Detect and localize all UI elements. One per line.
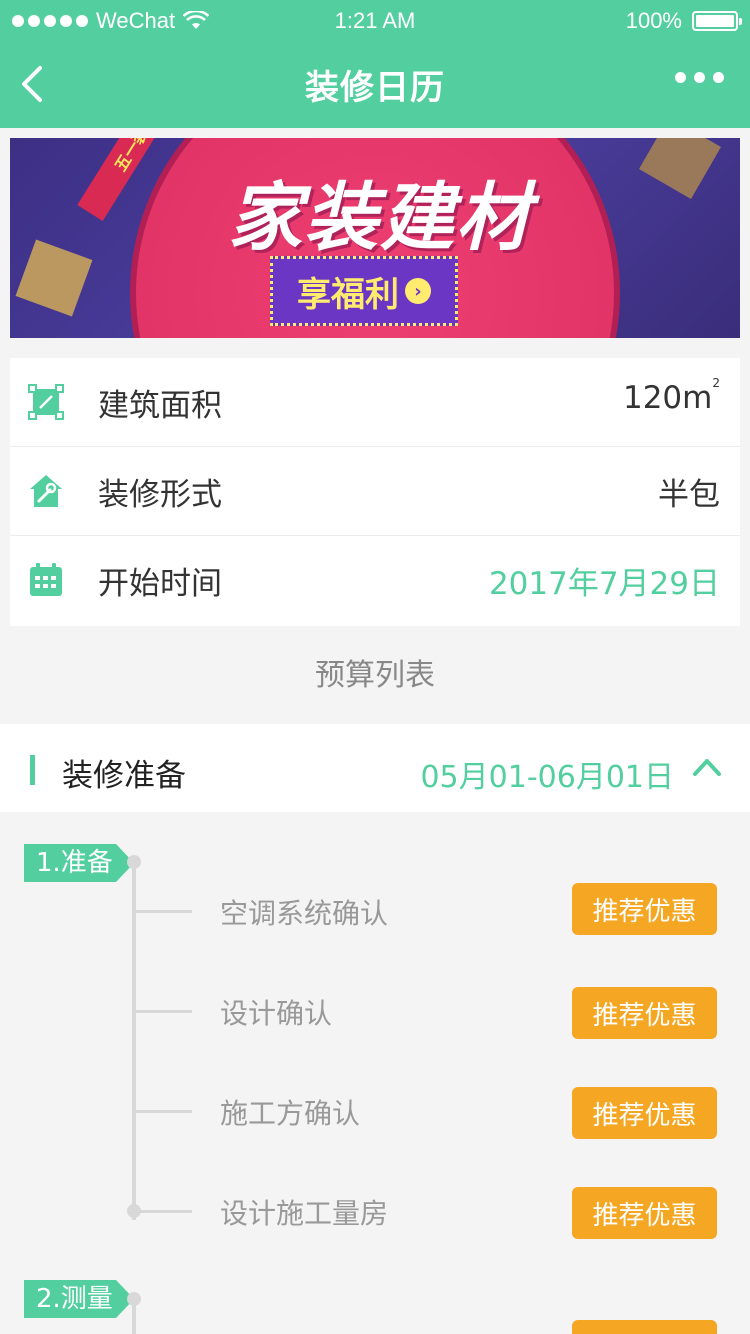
battery-icon — [692, 11, 742, 31]
recommend-offer-button-partial[interactable] — [572, 1320, 717, 1334]
decor-cube — [639, 138, 721, 199]
timeline-line — [132, 860, 136, 1220]
status-right: 100% — [625, 8, 742, 34]
chevron-up-icon[interactable] — [692, 756, 722, 778]
battery-percent: 100% — [625, 8, 682, 33]
start-date-row[interactable]: 开始时间 2017年7月29日 — [10, 536, 740, 625]
section-date-range: 05月01-06月01日 — [420, 760, 674, 795]
recommend-offer-button[interactable]: 推荐优惠 — [572, 883, 717, 935]
task-label: 施工方确认 — [220, 1097, 361, 1130]
task-label: 设计施工量房 — [220, 1197, 389, 1230]
banner-cta[interactable]: 享福利 › — [270, 256, 458, 326]
task-label: 设计确认 — [220, 997, 333, 1030]
timeline: 1.准备 空调系统确认 推荐优惠 设计确认 推荐优惠 施工方确认 推荐优惠 设计… — [0, 812, 750, 1334]
area-label: 建筑面积 — [98, 388, 222, 424]
timeline-branch — [136, 1110, 192, 1113]
timeline-node — [127, 1292, 141, 1306]
start-value: 2017年7月29日 — [488, 566, 720, 602]
area-resize-icon — [28, 384, 64, 420]
step-tag: 2.测量 — [24, 1280, 134, 1318]
timeline-branch — [136, 910, 192, 913]
decor-cube — [15, 239, 93, 317]
recommend-offer-button[interactable]: 推荐优惠 — [572, 1087, 717, 1139]
task-label: 空调系统确认 — [220, 897, 389, 930]
more-options-icon[interactable] — [675, 72, 724, 83]
status-bar: WeChat 1:21 AM 100% — [0, 0, 750, 40]
style-value: 半包 — [658, 477, 720, 513]
area-unit-sup: 2 — [712, 376, 720, 390]
style-row[interactable]: 装修形式 半包 — [10, 447, 740, 536]
banner-headline: 家装建材 — [228, 175, 532, 261]
area-value-text: 120m — [622, 380, 713, 416]
recommend-offer-button[interactable]: 推荐优惠 — [572, 987, 717, 1039]
budget-list-title: 预算列表 — [315, 658, 435, 693]
house-info-card: 建筑面积 120m2 装修形式 半包 开始时间 2017年7月29日 — [10, 358, 740, 626]
top-bar: WeChat 1:21 AM 100% 装修日历 — [0, 0, 750, 128]
arrow-right-icon: › — [405, 278, 431, 304]
section-title: 装修准备 — [62, 758, 186, 794]
page-title: 装修日历 — [305, 68, 445, 108]
timeline-branch — [136, 1010, 192, 1013]
house-tools-icon — [30, 475, 62, 507]
promo-banner[interactable]: 五一装修建材 家装建材 享福利 › — [10, 138, 740, 338]
step-tag: 1.准备 — [24, 844, 134, 882]
style-label: 装修形式 — [98, 477, 222, 513]
start-label: 开始时间 — [98, 566, 222, 602]
section-header[interactable]: 装修准备 05月01-06月01日 — [0, 724, 750, 812]
calendar-icon — [30, 563, 62, 596]
area-value: 120m2 — [622, 376, 720, 416]
section-accent-bar — [30, 755, 35, 785]
recommend-offer-button[interactable]: 推荐优惠 — [572, 1187, 717, 1239]
area-row: 建筑面积 120m2 — [10, 358, 740, 447]
timeline-node — [127, 855, 141, 869]
timeline-branch — [136, 1210, 192, 1213]
banner-cta-label: 享福利 — [297, 274, 399, 315]
